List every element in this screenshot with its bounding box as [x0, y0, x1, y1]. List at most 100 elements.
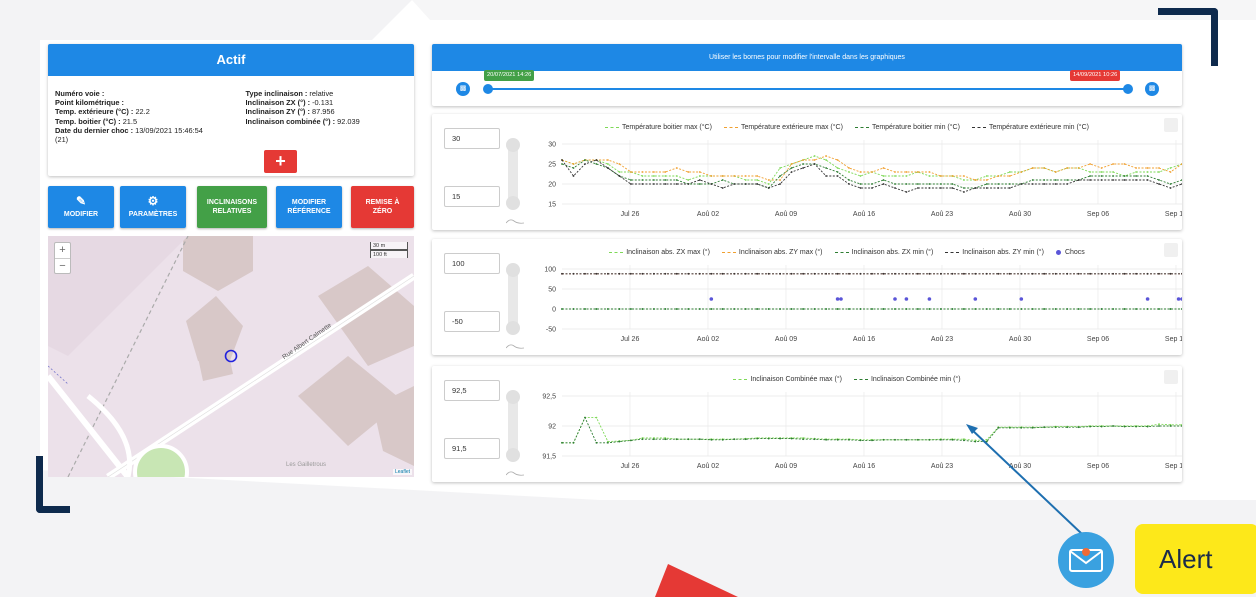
series-point [1112, 163, 1114, 165]
series-point [779, 175, 781, 177]
series-point [1066, 179, 1069, 181]
range-end-label: 14/09/2021 10:26 [1070, 70, 1121, 81]
x-tick-label: Aoû 30 [1009, 336, 1031, 343]
series-point [1054, 171, 1057, 173]
x-tick-label: Jul 26 [621, 463, 640, 470]
action-button-4[interactable]: REMISE À ZÉRO [351, 186, 414, 228]
range-end-handle[interactable] [1123, 84, 1133, 94]
series-point [561, 159, 563, 161]
series-point [710, 438, 713, 441]
range-start-handle[interactable] [483, 84, 493, 94]
series-point [1135, 272, 1137, 275]
chart-range-slider[interactable] [506, 263, 520, 335]
series-point [1169, 167, 1172, 169]
chart-min-input[interactable]: -50 [444, 311, 500, 332]
series-point [779, 183, 781, 185]
calendar-end-icon[interactable]: ▩ [1145, 82, 1159, 96]
series-point [848, 183, 850, 185]
series-point [618, 308, 621, 310]
info-label: Temp. boitier (°C) : [55, 116, 121, 126]
series-point [848, 167, 850, 169]
series-point [572, 175, 575, 177]
map-attribution[interactable]: Leaflet [392, 469, 412, 475]
map[interactable]: + − 30 m 100 ft Rue Albert Calmette Les … [48, 236, 414, 477]
gear-icon: ⚙ [147, 194, 159, 208]
alert-mail[interactable] [1058, 532, 1114, 588]
y-tick-label: 100 [544, 267, 556, 274]
series-point [825, 272, 827, 275]
series-point [813, 163, 816, 165]
add-button[interactable]: + [264, 150, 297, 173]
chart-min-input[interactable]: 91,5 [444, 438, 500, 459]
calendar-start-icon[interactable]: ▩ [456, 82, 470, 96]
map-scale: 30 m 100 ft [370, 242, 408, 258]
series-point [607, 159, 609, 161]
series-point [779, 437, 781, 440]
series-point [1043, 308, 1046, 310]
zoom-out-button[interactable]: − [55, 258, 70, 273]
action-button-1[interactable]: ⚙ PARAMÈTRES [120, 186, 186, 228]
series-point [1146, 175, 1149, 177]
y-tick-label: 30 [548, 142, 556, 149]
series-point [675, 167, 678, 169]
chart-max-input[interactable]: 100 [444, 253, 500, 274]
series-point [1123, 272, 1126, 275]
action-button-label: MODIFIER RÉFÉRENCE [287, 199, 331, 215]
series-point [848, 179, 850, 181]
series-point [767, 179, 770, 181]
chart-max-input[interactable]: 30 [444, 128, 500, 149]
action-button-2[interactable]: INCLINAISONS RELATIVES [197, 186, 267, 228]
series-point [733, 272, 736, 275]
y-tick-label: 92,5 [542, 394, 556, 401]
series-point [561, 308, 563, 310]
series-point [985, 179, 988, 181]
series-point [1100, 308, 1103, 310]
alert-badge[interactable]: Alert [1135, 524, 1256, 594]
scale-feet: 100 ft [370, 250, 408, 258]
series-point [905, 191, 908, 193]
series-point [653, 175, 655, 177]
chart-min-input[interactable]: 15 [444, 186, 500, 207]
action-button-3[interactable]: MODIFIER RÉFÉRENCE [276, 186, 342, 228]
series-point [859, 171, 862, 173]
action-button-0[interactable]: ✎ MODIFIER [48, 186, 114, 228]
series-point [1158, 425, 1160, 427]
series-point [940, 272, 942, 275]
series-point [1089, 272, 1091, 275]
choc-point [927, 297, 932, 301]
series-point [675, 175, 678, 177]
series-point [1158, 423, 1160, 426]
series-point [1008, 308, 1011, 310]
series-point [951, 183, 954, 185]
series-point [917, 308, 919, 310]
series-point [940, 175, 942, 177]
x-tick-label: Aoû 23 [931, 336, 953, 343]
series-point [1066, 272, 1069, 275]
chart-range-slider[interactable] [506, 138, 520, 210]
series-point [1169, 171, 1172, 173]
series-point [790, 167, 793, 169]
series-point [744, 179, 747, 181]
series-point [825, 438, 827, 441]
series-point [698, 183, 701, 185]
chart-range-slider[interactable] [506, 390, 520, 462]
series-point [1112, 175, 1114, 177]
series-point [940, 187, 942, 189]
series-point [1181, 308, 1182, 310]
y-tick-label: 25 [548, 162, 556, 169]
series-point [848, 438, 850, 441]
series-point [928, 308, 931, 310]
series-point [1031, 272, 1034, 275]
series-point [905, 272, 908, 275]
series-point [687, 179, 690, 181]
series-point [1158, 171, 1160, 173]
y-tick-label: 91,5 [542, 454, 556, 461]
series-point [1043, 272, 1046, 275]
zoom-in-button[interactable]: + [55, 243, 70, 258]
info-value: 87.956 [309, 107, 335, 117]
series-point [1066, 308, 1069, 310]
series-point [687, 171, 690, 173]
y-tick-label: 15 [548, 202, 556, 209]
chart-max-input[interactable]: 92,5 [444, 380, 500, 401]
series-point [687, 308, 690, 310]
